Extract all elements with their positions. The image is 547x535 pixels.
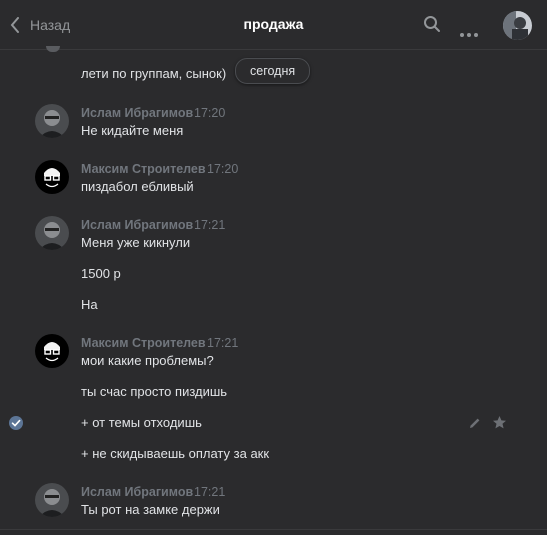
avatar-partial <box>46 46 60 52</box>
favorite-button[interactable] <box>492 415 507 435</box>
message-time: 17:20 <box>207 162 239 176</box>
message-text: Ты рот на замке держи <box>81 502 220 517</box>
avatar-image <box>35 160 69 194</box>
divider <box>0 529 547 530</box>
avatar-image <box>35 334 69 368</box>
avatar-image <box>35 216 69 250</box>
edit-button[interactable] <box>468 416 482 435</box>
message-time: 17:21 <box>194 485 226 499</box>
message-text: мои какие проблемы? <box>81 353 214 368</box>
message-text: 1500 р <box>81 266 121 281</box>
message-text: Меня уже кикнули <box>81 235 191 250</box>
message-text: Не кидайте меня <box>81 123 184 138</box>
more-button[interactable] <box>460 24 481 42</box>
message-text: лети по группам, сынок) <box>81 66 227 81</box>
message-text: ты счас просто пиздишь <box>81 384 228 399</box>
check-icon <box>11 419 21 427</box>
more-icon <box>460 33 464 37</box>
chat-avatar[interactable] <box>503 11 532 40</box>
message-time: 17:21 <box>194 218 226 232</box>
star-icon <box>493 416 506 429</box>
message-text: пиздабол ебливый <box>81 179 194 194</box>
pencil-icon <box>470 418 480 428</box>
message-time: 17:20 <box>194 106 226 120</box>
avatar[interactable] <box>35 104 69 138</box>
sender-name[interactable]: Максим Строителев <box>81 162 206 176</box>
select-checkbox[interactable] <box>9 416 23 430</box>
search-icon <box>424 16 440 32</box>
message-text: На <box>81 297 98 312</box>
sender-name[interactable]: Ислам Ибрагимов <box>81 106 193 120</box>
sender-name[interactable]: Ислам Ибрагимов <box>81 218 193 232</box>
sender-name[interactable]: Максим Строителев <box>81 336 206 350</box>
chat-header: Назад продажа <box>0 0 547 50</box>
avatar-image <box>35 483 69 517</box>
avatar[interactable] <box>35 334 69 368</box>
search-button[interactable] <box>423 15 441 38</box>
message-text: + от темы отходишь <box>81 415 202 430</box>
sender-name[interactable]: Ислам Ибрагимов <box>81 485 193 499</box>
date-separator: сегодня <box>235 58 311 84</box>
avatar[interactable] <box>35 160 69 194</box>
avatar-image <box>35 104 69 138</box>
avatar[interactable] <box>35 483 69 517</box>
avatar-image <box>503 11 532 40</box>
message-text: + не скидываешь оплату за акк <box>81 446 270 461</box>
message-time: 17:21 <box>207 336 239 350</box>
avatar[interactable] <box>35 216 69 250</box>
